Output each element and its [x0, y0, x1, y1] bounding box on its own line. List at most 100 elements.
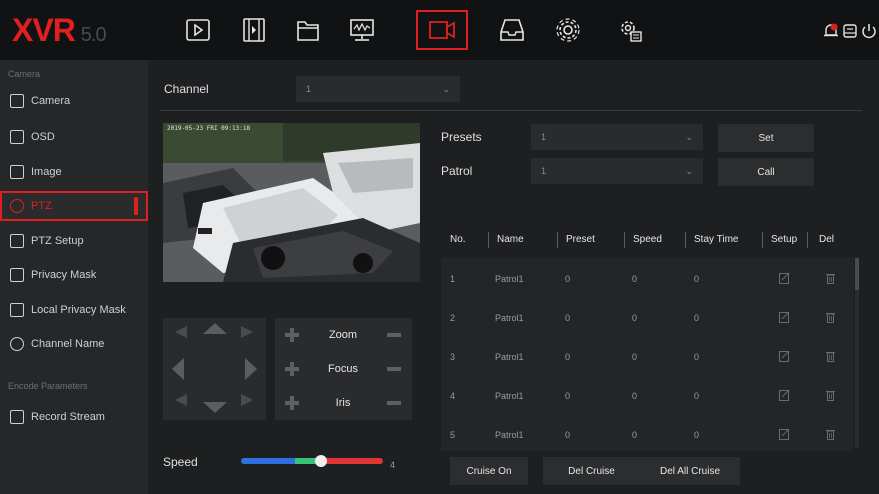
- sidebar-section-camera: Camera: [8, 69, 41, 79]
- folder-icon[interactable]: [290, 14, 326, 46]
- iris-close-icon[interactable]: [387, 401, 401, 405]
- image-icon: [10, 165, 24, 179]
- top-toolbar: XVR 5.0: [0, 0, 879, 60]
- alarm-bell-icon[interactable]: [822, 22, 840, 40]
- video-clip-icon[interactable]: [236, 14, 272, 46]
- video-timestamp: 2019-05-23 FRI 09:13:18: [167, 125, 251, 132]
- channel-select[interactable]: 1 ⌄: [296, 76, 460, 102]
- sidebar-item-privacy-mask[interactable]: Privacy Mask: [0, 260, 148, 290]
- sidebar-item-label: PTZ Setup: [31, 235, 84, 247]
- sidebar-item-image[interactable]: Image: [0, 157, 148, 187]
- sidebar-item-ptz[interactable]: PTZ: [0, 191, 148, 221]
- presets-select[interactable]: 1 ⌄: [531, 124, 703, 150]
- sidebar-item-label: Record Stream: [31, 411, 105, 423]
- cell-preset: 0: [565, 274, 571, 284]
- table-row[interactable]: 1 Patrol1 0 0 0: [441, 260, 854, 296]
- cell-name: Patrol1: [495, 313, 524, 323]
- camera-feed-image: [163, 123, 420, 282]
- zoom-in-icon[interactable]: [285, 328, 299, 342]
- edit-icon[interactable]: [779, 311, 790, 323]
- del-all-cruise-button[interactable]: Del All Cruise: [640, 457, 740, 485]
- sidebar-item-record-stream[interactable]: Record Stream: [0, 402, 148, 432]
- sidebar-item-camera[interactable]: Camera: [0, 86, 148, 116]
- speed-slider-handle[interactable]: [314, 455, 327, 467]
- up-arrow-icon[interactable]: [203, 323, 227, 334]
- sidebar-item-ptz-setup[interactable]: PTZ Setup: [0, 226, 148, 256]
- cruise-on-button[interactable]: Cruise On: [450, 457, 528, 485]
- delete-icon[interactable]: [825, 350, 836, 362]
- cell-speed: 0: [632, 391, 638, 401]
- header-stay-time: Stay Time: [694, 234, 739, 245]
- header-separator: [488, 232, 489, 248]
- delete-icon[interactable]: [825, 389, 836, 401]
- local-privacy-mask-icon: [10, 303, 24, 317]
- sidebar-item-channel-name[interactable]: Channel Name: [0, 329, 148, 359]
- cell-speed: 0: [632, 274, 638, 284]
- zoom-out-icon[interactable]: [387, 333, 401, 337]
- delete-icon[interactable]: [825, 428, 836, 440]
- cell-speed: 0: [632, 313, 638, 323]
- patrol-select-value: 1: [541, 166, 547, 176]
- camera-icon[interactable]: [416, 10, 468, 50]
- down-arrow-icon[interactable]: [203, 402, 227, 413]
- scrollbar-thumb[interactable]: [855, 258, 859, 290]
- power-icon[interactable]: [860, 22, 878, 40]
- cell-no: 5: [450, 430, 456, 440]
- presets-select-value: 1: [541, 132, 547, 142]
- logo-text: XVR: [12, 12, 76, 48]
- storage-icon[interactable]: [494, 14, 530, 46]
- right-arrow-icon[interactable]: [245, 358, 257, 380]
- sidebar-item-osd[interactable]: OSD: [0, 122, 148, 152]
- focus-in-icon[interactable]: [285, 362, 299, 376]
- cell-preset: 0: [565, 352, 571, 362]
- record-stream-icon: [10, 410, 24, 424]
- edit-icon[interactable]: [779, 272, 790, 284]
- up-right-arrow-icon[interactable]: [241, 326, 253, 338]
- cell-no: 2: [450, 313, 456, 323]
- channel-select-value: 1: [306, 84, 312, 94]
- up-left-arrow-icon[interactable]: [175, 326, 187, 338]
- cell-stay-time: 0: [694, 391, 700, 401]
- table-row[interactable]: 3 Patrol1 0 0 0: [441, 338, 854, 374]
- edit-icon[interactable]: [779, 350, 790, 362]
- cell-speed: 0: [632, 430, 638, 440]
- speed-slider[interactable]: [241, 458, 383, 464]
- table-row[interactable]: 2 Patrol1 0 0 0: [441, 299, 854, 335]
- table-row[interactable]: 4 Patrol1 0 0 0: [441, 377, 854, 413]
- cruise-table: No. Name Preset Speed Stay Time Setup De…: [441, 222, 854, 451]
- cell-speed: 0: [632, 352, 638, 362]
- focus-out-icon[interactable]: [387, 367, 401, 371]
- edit-icon[interactable]: [779, 428, 790, 440]
- video-preview: 2019-05-23 FRI 09:13:18: [163, 123, 420, 282]
- delete-icon[interactable]: [825, 311, 836, 323]
- lens-control-panel: Zoom Focus Iris: [275, 318, 412, 420]
- left-arrow-icon[interactable]: [172, 358, 184, 380]
- header-del: Del: [819, 234, 835, 245]
- down-right-arrow-icon[interactable]: [241, 394, 253, 406]
- down-left-arrow-icon[interactable]: [175, 394, 187, 406]
- settings-gear-icon[interactable]: [550, 14, 586, 46]
- iris-open-icon[interactable]: [285, 396, 299, 410]
- sidebar-item-label: PTZ: [31, 200, 52, 212]
- zoom-label: Zoom: [328, 329, 358, 341]
- table-scrollbar[interactable]: [855, 258, 859, 448]
- edit-icon[interactable]: [779, 389, 790, 401]
- call-button[interactable]: Call: [718, 158, 814, 186]
- active-indicator: [134, 197, 138, 215]
- playback-icon[interactable]: [180, 14, 216, 46]
- system-config-icon[interactable]: [612, 14, 648, 46]
- monitor-icon[interactable]: [344, 14, 380, 46]
- delete-icon[interactable]: [825, 272, 836, 284]
- osd-icon: [10, 130, 24, 144]
- sidebar-item-label: Image: [31, 166, 62, 178]
- ptz-setup-icon: [10, 234, 24, 248]
- sidebar-item-local-privacy-mask[interactable]: Local Privacy Mask: [0, 295, 148, 325]
- header-preset: Preset: [566, 234, 595, 245]
- set-button[interactable]: Set: [718, 124, 814, 152]
- del-cruise-button[interactable]: Del Cruise: [543, 457, 640, 485]
- notification-icon[interactable]: [841, 22, 859, 40]
- cell-stay-time: 0: [694, 352, 700, 362]
- cell-name: Patrol1: [495, 391, 524, 401]
- table-row[interactable]: 5 Patrol1 0 0 0: [441, 416, 854, 452]
- patrol-select[interactable]: 1 ⌄: [531, 158, 703, 184]
